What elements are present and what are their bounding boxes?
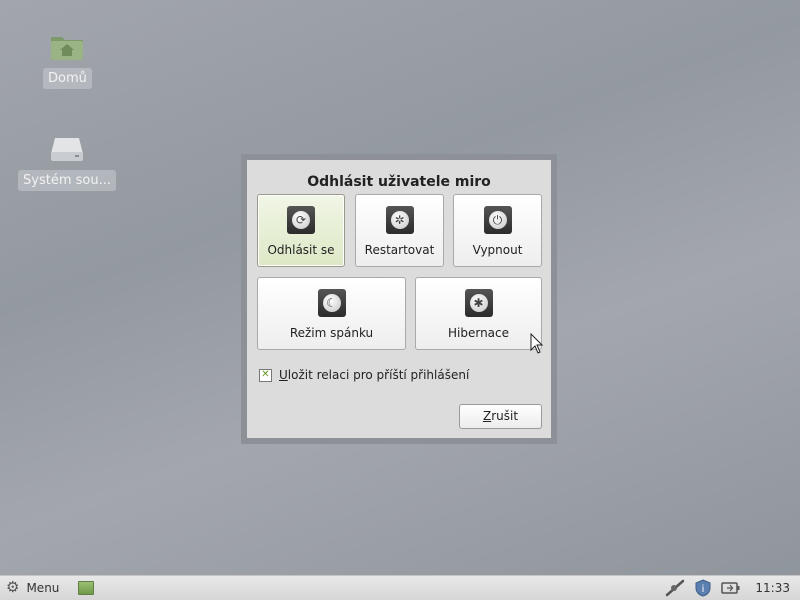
power-icon: ⏻ [483,206,512,234]
hard-drive-icon [51,138,83,161]
network-icon[interactable] [665,579,685,597]
moon-icon: ☾ [317,289,346,317]
logout-button[interactable]: ⟳ Odhlásit se [257,194,345,267]
save-session-checkbox[interactable]: ✕ [259,368,272,382]
suspend-button-label: Režim spánku [289,326,374,340]
restart-icon: ✲ [385,206,414,234]
menu-button[interactable]: ⚙ Menu [6,580,59,595]
shutdown-button[interactable]: ⏻ Vypnout [453,194,542,267]
desktop-icon-filesystem[interactable]: Systém sou... [18,134,116,191]
dialog-title: Odhlásit uživatele miro [307,174,491,190]
save-session-label: Uložit relaci pro příští přihlášení [279,368,470,382]
home-folder-icon [51,37,83,60]
save-session-option[interactable]: ✕ Uložit relaci pro příští přihlášení [259,368,469,382]
shutdown-button-label: Vypnout [472,243,523,257]
update-shield-icon[interactable]: i [694,579,712,597]
logout-icon: ⟳ [287,206,315,234]
hibernate-button[interactable]: ✱ Hibernace [415,277,542,350]
desktop-icon-label: Domů [43,68,92,89]
logout-button-label: Odhlásit se [267,243,335,257]
suspend-button[interactable]: ☾ Režim spánku [257,277,406,350]
system-tray: i 11:33 [656,576,800,600]
desktop-icon-home[interactable]: Domů [43,32,92,89]
restart-button-label: Restartovat [364,243,435,257]
show-desktop-icon[interactable] [78,581,94,595]
cancel-button[interactable]: Zrušit [459,404,542,429]
battery-icon[interactable] [721,581,741,595]
taskbar: ⚙ Menu i 11:33 [0,575,800,600]
clock[interactable]: 11:33 [755,581,790,595]
gear-icon: ⚙ [6,578,20,596]
logout-dialog-body: Odhlásit uživatele miro ⟳ Odhlásit se ✲ … [247,160,551,438]
restart-button[interactable]: ✲ Restartovat [355,194,444,267]
hibernate-icon: ✱ [464,289,493,317]
mouse-cursor-icon [530,333,544,354]
logout-dialog: Odhlásit uživatele miro ⟳ Odhlásit se ✲ … [241,154,557,444]
hibernate-button-label: Hibernace [447,326,510,340]
desktop-icon-label: Systém sou... [18,170,116,191]
menu-label: Menu [26,580,60,595]
svg-text:i: i [702,584,705,595]
